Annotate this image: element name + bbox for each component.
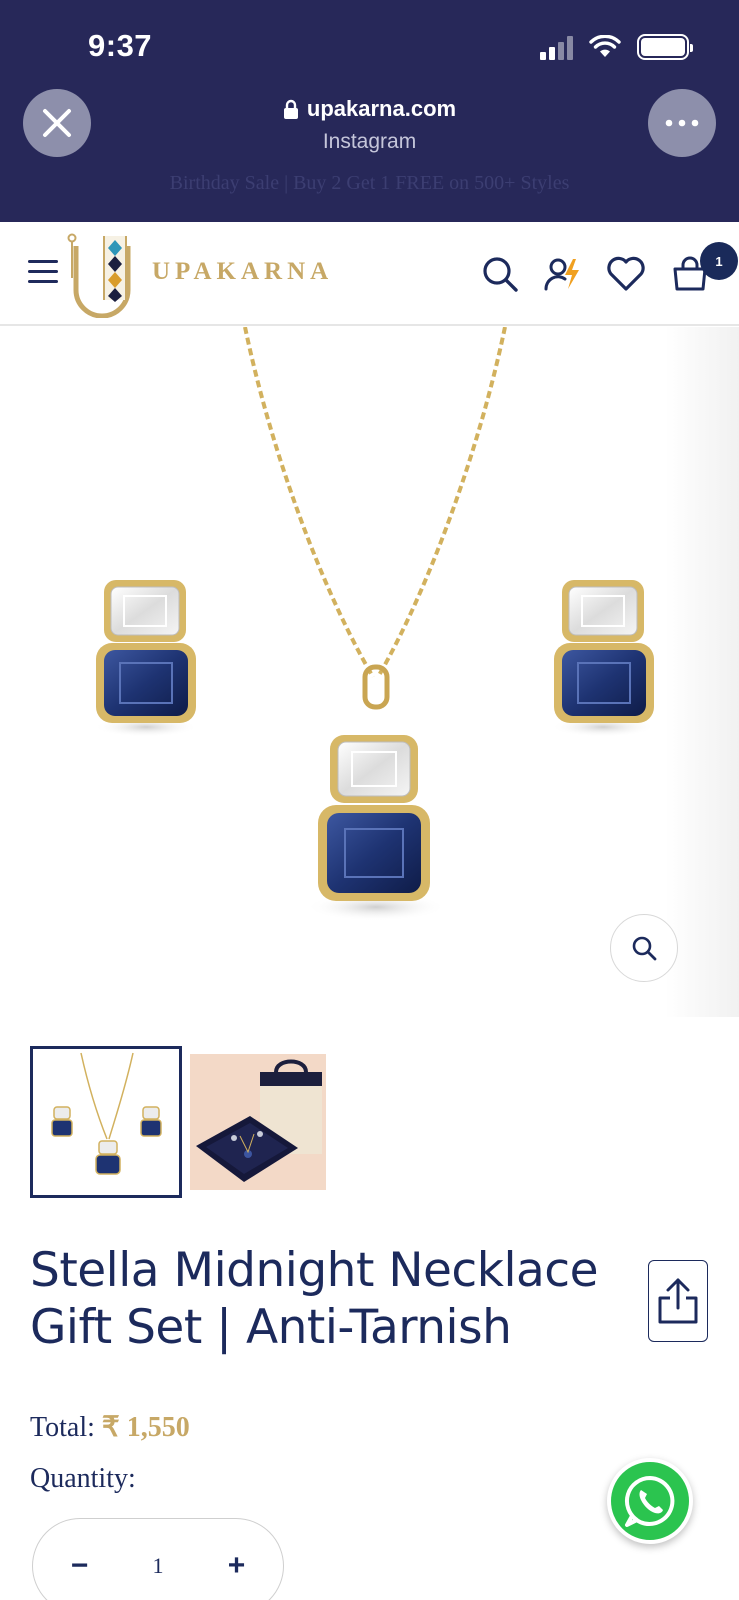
address-bar[interactable]: upakarna.com Instagram (0, 96, 739, 154)
product-photo (94, 327, 655, 921)
browser-chrome: 9:37 upakarna.com Instagram Birthday Sal… (0, 0, 739, 222)
wishlist-icon (607, 256, 645, 291)
zoom-icon (632, 936, 657, 961)
quantity-stepper: − 1 + (32, 1518, 284, 1600)
search-icon (483, 257, 518, 292)
share-icon (658, 1278, 698, 1324)
whatsapp-chat-button[interactable] (607, 1458, 693, 1544)
search-button[interactable] (478, 252, 522, 296)
promo-banner[interactable]: Birthday Sale | Buy 2 Get 1 FREE on 500+… (0, 172, 739, 195)
cart-count-badge: 1 (700, 242, 738, 280)
whatsapp-icon (624, 1475, 675, 1527)
account-icon (544, 258, 579, 291)
product-title-line-2: Gift Set | Anti-Tarnish (30, 1300, 512, 1355)
brand-name[interactable]: UPAKARNA (152, 258, 333, 286)
wishlist-button[interactable] (604, 252, 648, 296)
wifi-icon (589, 35, 621, 57)
quantity-value[interactable]: 1 (153, 1553, 164, 1579)
status-icons (540, 34, 693, 60)
product-image-main[interactable] (0, 327, 739, 1017)
more-dots-icon (665, 119, 699, 127)
account-button[interactable] (540, 252, 584, 296)
quantity-decrease-button[interactable]: − (60, 1549, 100, 1583)
total-row: Total: ₹ 1,550 (30, 1410, 190, 1444)
thumbnail-1-selected[interactable] (30, 1046, 182, 1198)
quantity-increase-button[interactable]: + (217, 1549, 257, 1583)
lock-icon (283, 99, 298, 119)
total-label: Total: (30, 1412, 95, 1443)
thumbnail-2-giftbox[interactable] (190, 1054, 326, 1190)
thumbnail-giftbox-image (190, 1054, 326, 1190)
cellular-signal-icon (540, 34, 573, 60)
url-source: Instagram (322, 129, 417, 153)
menu-icon[interactable] (28, 260, 58, 286)
quantity-label: Quantity: (30, 1463, 136, 1494)
more-options-button[interactable] (648, 89, 716, 157)
product-title-line-1: Stella Midnight Necklace (30, 1243, 599, 1298)
logo-mark (67, 233, 131, 318)
zoom-button[interactable] (610, 914, 678, 982)
url-domain: upakarna.com (306, 96, 457, 121)
site-header: UPAKARNA 1 (0, 222, 739, 326)
status-time: 9:37 (88, 28, 153, 63)
price-value: ₹ 1,550 (101, 1412, 190, 1443)
share-button[interactable] (648, 1260, 708, 1342)
battery-icon (637, 34, 693, 60)
product-title: Stella Midnight Necklace Gift Set | Anti… (30, 1242, 640, 1356)
thumbnail-necklace-image (51, 1052, 162, 1175)
